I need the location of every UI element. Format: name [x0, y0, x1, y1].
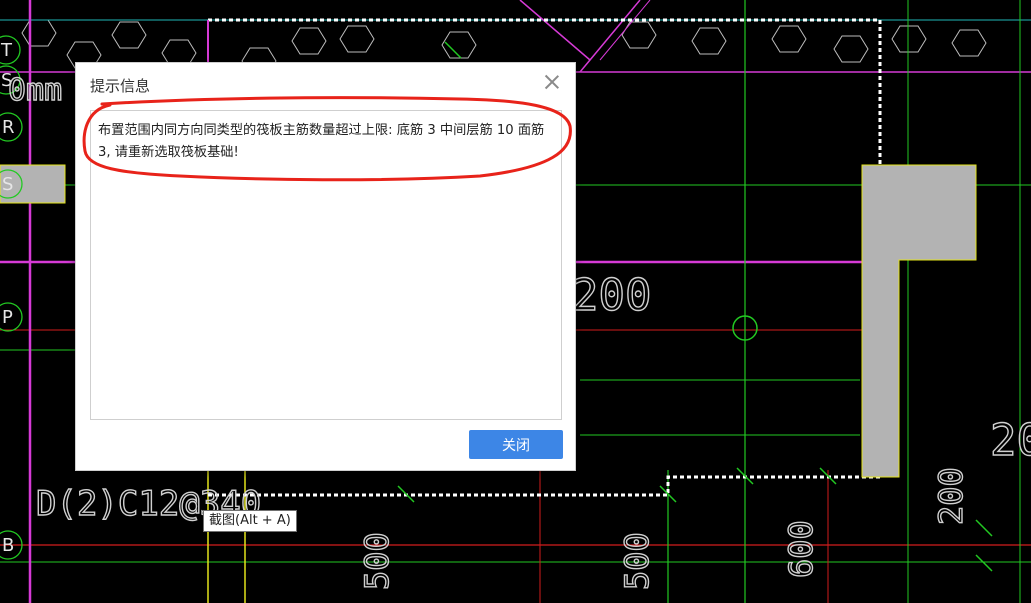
axis-bubble-p: P: [0, 302, 23, 332]
message-box: 布置范围内同方向同类型的筏板主筋数量超过上限: 底筋 3 中间层筋 10 面筋 …: [90, 110, 562, 420]
cad-dim-20-right: 20: [990, 415, 1031, 466]
svg-text:P: P: [2, 307, 13, 328]
dialog-title: 提示信息: [90, 77, 151, 95]
message-dialog: 提示信息 布置范围内同方向同类型的筏板主筋数量超过上限: 底筋 3 中间层筋 1…: [75, 62, 576, 471]
svg-text:B: B: [2, 535, 14, 556]
axis-bubble-r: R: [0, 112, 23, 142]
svg-text:R: R: [2, 117, 15, 138]
message-text: 布置范围内同方向同类型的筏板主筋数量超过上限: 底筋 3 中间层筋 10 面筋 …: [98, 123, 545, 160]
cad-dim-200-mid: 200: [572, 270, 651, 321]
svg-text:S: S: [2, 174, 13, 195]
close-button[interactable]: 关闭: [469, 430, 563, 459]
screenshot-tooltip: 截图(Alt + A): [203, 510, 297, 532]
svg-text:T: T: [0, 40, 13, 61]
cad-dim-600: 600: [782, 520, 820, 578]
cad-text-top-left: 0mm: [8, 73, 62, 108]
cad-dim-500-b: 500: [618, 532, 656, 590]
cad-dim-500-a: 500: [358, 532, 396, 590]
cad-dim-200-right: 200: [932, 467, 970, 525]
close-icon[interactable]: [543, 73, 561, 91]
axis-bubble-t: T: [0, 35, 21, 65]
